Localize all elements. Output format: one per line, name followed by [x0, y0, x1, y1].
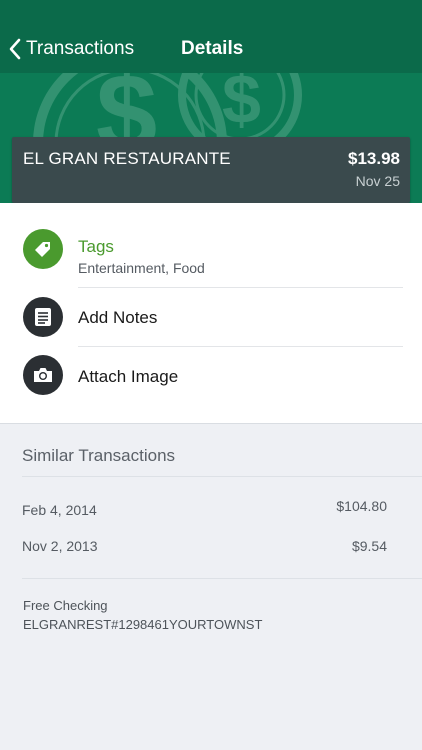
- similar-transactions-section: Similar Transactions Feb 4, 2014 $104.80…: [0, 423, 422, 750]
- divider: [22, 476, 422, 477]
- tags-label: Tags: [78, 237, 114, 256]
- attach-image-label: Attach Image: [78, 367, 179, 386]
- camera-icon: [23, 355, 63, 395]
- page-title: Details: [181, 38, 244, 59]
- chevron-left-icon: [9, 38, 21, 60]
- divider: [78, 287, 403, 288]
- notes-icon: [23, 297, 63, 337]
- transaction-amount: $13.98: [348, 149, 400, 168]
- similar-date: Feb 4, 2014: [22, 502, 97, 518]
- similar-amount: $104.80: [336, 498, 387, 514]
- similar-transaction-row[interactable]: Feb 4, 2014 $104.80: [0, 496, 422, 524]
- similar-transaction-row[interactable]: Nov 2, 2013 $9.54: [0, 534, 422, 562]
- add-notes-row[interactable]: Add Notes: [0, 293, 422, 351]
- svg-text:$: $: [222, 73, 261, 138]
- transaction-date: Nov 25: [355, 173, 400, 189]
- transaction-card: EL GRAN RESTAURANTE $13.98 Nov 25: [12, 137, 410, 203]
- transaction-description: ELGRANREST#1298461YOURTOWNST: [23, 617, 263, 632]
- tags-row[interactable]: Tags Entertainment, Food: [0, 219, 422, 277]
- similar-amount: $9.54: [351, 538, 387, 554]
- back-button[interactable]: Transactions: [8, 34, 134, 64]
- section-title: Similar Transactions: [22, 446, 176, 465]
- similar-date: Nov 2, 2013: [22, 538, 98, 554]
- divider: [78, 346, 403, 347]
- merchant-name: EL GRAN RESTAURANTE: [23, 149, 231, 168]
- attach-image-row[interactable]: Attach Image: [0, 351, 422, 409]
- divider: [22, 578, 422, 579]
- navigation-bar: Transactions Details: [0, 0, 422, 73]
- account-info: Free Checking ELGRANREST#1298461YOURTOWN…: [23, 596, 262, 634]
- actions-list: Tags Entertainment, Food Add Notes Attac…: [0, 203, 422, 423]
- back-button-label: Transactions: [26, 38, 135, 59]
- account-name: Free Checking: [23, 598, 108, 613]
- add-notes-label: Add Notes: [78, 308, 158, 327]
- tags-value: Entertainment, Food: [78, 260, 205, 276]
- tag-icon: [23, 229, 63, 269]
